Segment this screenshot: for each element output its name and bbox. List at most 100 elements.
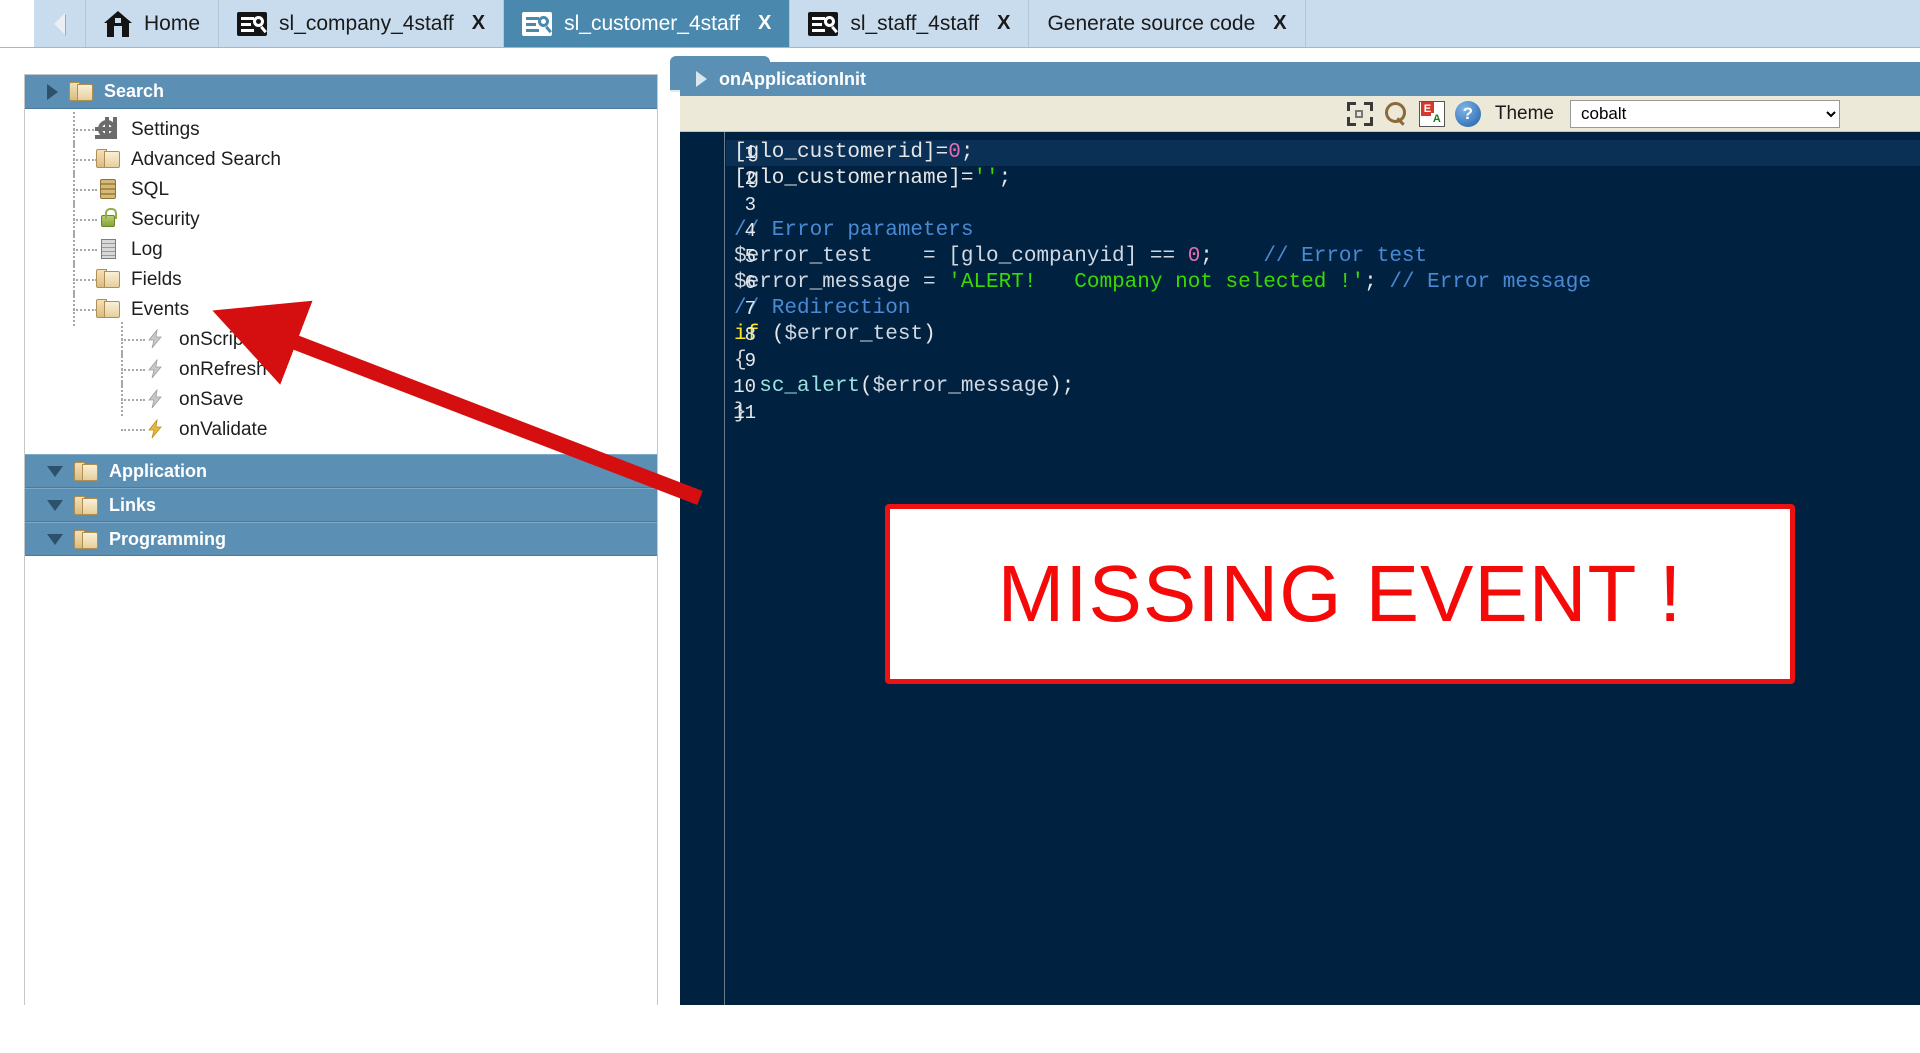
sidebar-item-sql[interactable]: SQL (25, 172, 657, 206)
triangle-down-icon (47, 533, 63, 545)
code-line: 8 if ($error_test) (726, 322, 1920, 348)
sql-icon (95, 177, 121, 201)
lock-icon (95, 207, 121, 231)
code-line: 3 (726, 192, 1920, 218)
page-body: Search Settings Advanced Search SQL Secu… (0, 48, 1920, 1005)
triangle-right-icon (696, 71, 707, 87)
line-number: 11 (733, 402, 756, 424)
line-number: 10 (733, 376, 756, 398)
sidebar-item-events[interactable]: Events (25, 292, 657, 326)
code-token: ; (1364, 271, 1390, 294)
sidebar-item-log[interactable]: Log (25, 232, 657, 266)
tab-home[interactable]: Home (86, 0, 220, 47)
sidebar-event-label: onValidate (179, 418, 268, 440)
sidebar-item-fields[interactable]: Fields (25, 262, 657, 296)
sidebar-event-label: onRefresh (179, 358, 267, 380)
sidebar-group-label: Programming (109, 528, 227, 549)
code-token: // Redirection (734, 297, 911, 320)
tab-bar-left-edge (0, 0, 34, 47)
bolt-icon (143, 327, 169, 351)
sidebar-item-settings[interactable]: Settings (25, 112, 657, 146)
code-token: ; (998, 167, 1012, 190)
code-token: ) (923, 323, 936, 346)
code-line: 5 $error_test = [glo_companyid] == 0; // … (726, 244, 1920, 270)
theme-select[interactable]: cobalt (1570, 99, 1840, 128)
sidebar-event-onsave[interactable]: onSave (25, 382, 657, 416)
sidebar-group-label: Search (104, 81, 165, 101)
code-token: $error_test (784, 323, 924, 346)
sidebar-item-label: Log (131, 238, 163, 260)
tab-sl-customer-4staff[interactable]: sl_customer_4staff X (504, 0, 791, 47)
tab-home-label: Home (144, 11, 201, 35)
sidebar-group-label: Links (109, 494, 157, 515)
sidebar-item-security[interactable]: Security (25, 202, 657, 236)
code-token: $error_message (872, 375, 1050, 398)
code-line: 6 $error_message = 'ALERT! Company not se… (726, 270, 1920, 296)
code-token: ( (860, 375, 873, 398)
tab-bar: Home sl_company_4staff X sl_customer_4st… (0, 0, 1920, 48)
sidebar-event-onvalidate[interactable]: onValidate (25, 414, 657, 444)
line-number: 7 (744, 298, 756, 320)
code-token: // Error test (1263, 245, 1428, 268)
sidebar-event-label: onSave (179, 388, 244, 410)
tab-sl-company-4staff[interactable]: sl_company_4staff X (219, 0, 505, 47)
translate-icon[interactable]: EA (1418, 100, 1445, 127)
line-number: 5 (744, 246, 756, 268)
line-number: 9 (744, 350, 756, 372)
code-token: 0 (948, 141, 961, 164)
sidebar-event-onscriptinit[interactable]: onScriptInit (25, 322, 657, 356)
sidebar-item-label: Advanced Search (131, 148, 281, 170)
sidebar-event-label: onScriptInit (179, 328, 275, 350)
code-line: 11} (726, 400, 1920, 426)
sidebar-item-label: Security (131, 208, 200, 230)
maximize-icon[interactable] (1346, 101, 1373, 127)
sidebar-event-onrefresh[interactable]: onRefresh (25, 352, 657, 386)
bolt-icon (143, 387, 169, 411)
code-token: ; (1200, 245, 1264, 268)
code-token: [glo_customername]= (734, 167, 974, 190)
sidebar-item-advanced-search[interactable]: Advanced Search (25, 142, 657, 176)
annotation-text: MISSING EVENT ! (997, 549, 1683, 638)
gear-icon (95, 117, 121, 141)
code-token: ( (759, 323, 785, 346)
code-token: $error_message = (734, 271, 949, 294)
code-line: 10 sc_alert($error_message); (726, 374, 1920, 400)
code-token: 'ALERT! Company not selected !' (948, 271, 1365, 294)
tab-close-icon[interactable]: X (997, 12, 1010, 35)
code-token: sc_alert (759, 375, 861, 398)
sidebar-group-links[interactable]: Links (25, 488, 657, 522)
scriptcase-app-icon (522, 11, 553, 36)
sidebar-group-programming[interactable]: Programming (25, 522, 657, 556)
sidebar-group-application[interactable]: Application (25, 454, 657, 488)
code-line: 2 [glo_customername]=''; (726, 166, 1920, 192)
annotation-callout-box: MISSING EVENT ! (885, 504, 1795, 684)
folder-icon (74, 495, 98, 516)
theme-label: Theme (1494, 102, 1554, 124)
triangle-down-icon (47, 465, 63, 477)
tab-label: Generate source code (1047, 11, 1256, 35)
folder-icon (95, 297, 121, 321)
tab-label: sl_company_4staff (279, 11, 454, 35)
tab-close-icon[interactable]: X (758, 12, 771, 35)
sidebar-item-label: Events (131, 298, 190, 320)
help-icon[interactable]: ? (1454, 100, 1481, 127)
line-number: 4 (744, 220, 756, 242)
tab-label: sl_staff_4staff (850, 11, 980, 35)
sidebar-item-label: SQL (131, 178, 170, 200)
folder-icon (95, 147, 121, 171)
search-icon[interactable] (1383, 101, 1409, 127)
tab-generate-source-code[interactable]: Generate source code X (1029, 0, 1306, 47)
editor-title: onApplicationInit (719, 68, 866, 89)
bolt-icon (143, 417, 169, 441)
sidebar-group-search[interactable]: Search (25, 75, 657, 109)
home-icon (104, 10, 132, 37)
bolt-icon (143, 357, 169, 381)
triangle-right-icon (47, 83, 58, 100)
editor-title-bar: onApplicationInit (680, 62, 1920, 96)
tab-scroll-back-button[interactable] (34, 0, 86, 47)
code-gutter (680, 132, 725, 1005)
triangle-left-icon (54, 12, 65, 35)
tab-sl-staff-4staff[interactable]: sl_staff_4staff X (790, 0, 1030, 47)
tab-close-icon[interactable]: X (1273, 12, 1286, 35)
tab-close-icon[interactable]: X (472, 12, 485, 35)
